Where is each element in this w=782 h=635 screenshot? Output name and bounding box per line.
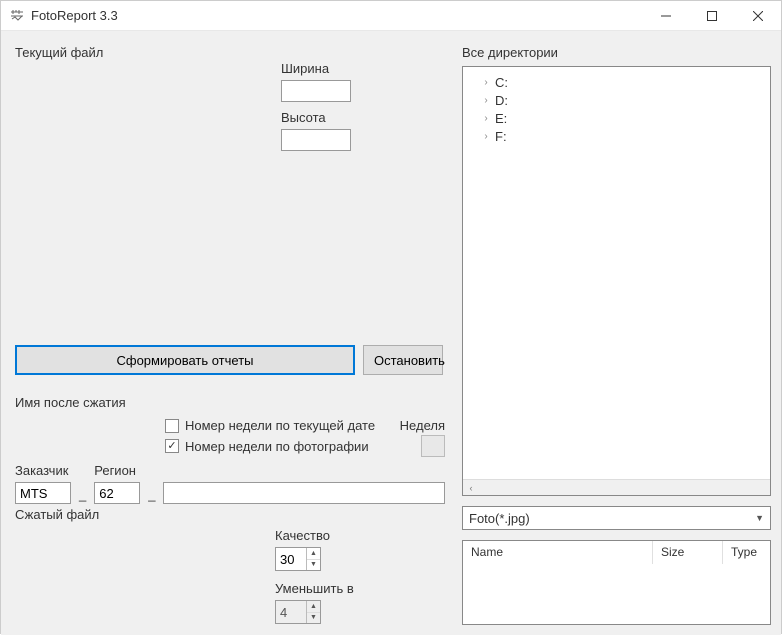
drive-label: D: (495, 93, 508, 108)
quality-down-icon[interactable]: ▼ (307, 560, 320, 571)
reduce-up-icon[interactable]: ▲ (307, 601, 320, 613)
window-title: FotoReport 3.3 (31, 8, 118, 23)
name-suffix-input[interactable] (163, 482, 445, 504)
all-dirs-label: Все директории (462, 45, 771, 60)
chevron-right-icon[interactable]: › (481, 113, 491, 123)
column-name[interactable]: Name (463, 541, 653, 564)
quality-value[interactable] (276, 548, 306, 570)
separator: _ (77, 487, 88, 504)
drive-label: E: (495, 111, 507, 126)
tree-item[interactable]: › F: (481, 127, 762, 145)
week-label: Неделя (400, 418, 445, 433)
region-label: Регион (94, 463, 140, 478)
stop-button[interactable]: Остановить (363, 345, 443, 375)
tree-item[interactable]: › E: (481, 109, 762, 127)
file-list[interactable]: Name Size Type (462, 540, 771, 625)
file-filter-value: Foto(*.jpg) (469, 511, 530, 526)
chevron-down-icon: ▼ (755, 513, 764, 523)
week-by-photo-label: Номер недели по фотографии (185, 439, 369, 454)
quality-up-icon[interactable]: ▲ (307, 548, 320, 560)
left-panel: Текущий файл Ширина Высота Сформировать … (1, 31, 456, 635)
maximize-button[interactable] (689, 1, 735, 31)
app-icon (9, 8, 25, 24)
customer-input[interactable] (15, 482, 71, 504)
drive-label: F: (495, 129, 507, 144)
right-panel: Все директории › C: › D: › E: › F: ‹ (456, 31, 781, 635)
customer-label: Заказчик (15, 463, 71, 478)
reduce-value (276, 601, 306, 623)
tree-item[interactable]: › C: (481, 73, 762, 91)
file-filter-select[interactable]: Foto(*.jpg) ▼ (462, 506, 771, 530)
width-label: Ширина (281, 61, 351, 76)
reduce-label: Уменьшить в (275, 581, 445, 596)
scroll-left-icon[interactable]: ‹ (463, 480, 479, 496)
quality-spinner[interactable]: ▲ ▼ (275, 547, 321, 571)
titlebar: FotoReport 3.3 (1, 1, 781, 31)
chevron-right-icon[interactable]: › (481, 77, 491, 87)
reduce-spinner[interactable]: ▲ ▼ (275, 600, 321, 624)
file-list-header: Name Size Type (463, 541, 770, 565)
form-reports-button[interactable]: Сформировать отчеты (15, 345, 355, 375)
minimize-button[interactable] (643, 1, 689, 31)
drive-label: C: (495, 75, 508, 90)
compressed-file-label: Сжатый файл (15, 507, 445, 522)
separator: _ (146, 487, 157, 504)
week-by-date-label: Номер недели по текущей дате (185, 418, 375, 433)
name-after-compress-label: Имя после сжатия (15, 395, 445, 410)
column-type[interactable]: Type (723, 541, 770, 564)
chevron-right-icon[interactable]: › (481, 95, 491, 105)
week-value-box[interactable] (421, 435, 445, 457)
week-by-date-checkbox[interactable] (165, 419, 179, 433)
width-input[interactable] (281, 80, 351, 102)
height-label: Высота (281, 110, 351, 125)
current-file-label: Текущий файл (15, 45, 446, 60)
horizontal-scrollbar[interactable]: ‹ (463, 479, 770, 495)
height-input[interactable] (281, 129, 351, 151)
tree-item[interactable]: › D: (481, 91, 762, 109)
column-size[interactable]: Size (653, 541, 723, 564)
region-input[interactable] (94, 482, 140, 504)
chevron-right-icon[interactable]: › (481, 131, 491, 141)
reduce-down-icon[interactable]: ▼ (307, 613, 320, 624)
week-by-photo-checkbox[interactable] (165, 439, 179, 453)
close-button[interactable] (735, 1, 781, 31)
directory-tree[interactable]: › C: › D: › E: › F: ‹ (462, 66, 771, 496)
quality-label: Качество (275, 528, 445, 543)
